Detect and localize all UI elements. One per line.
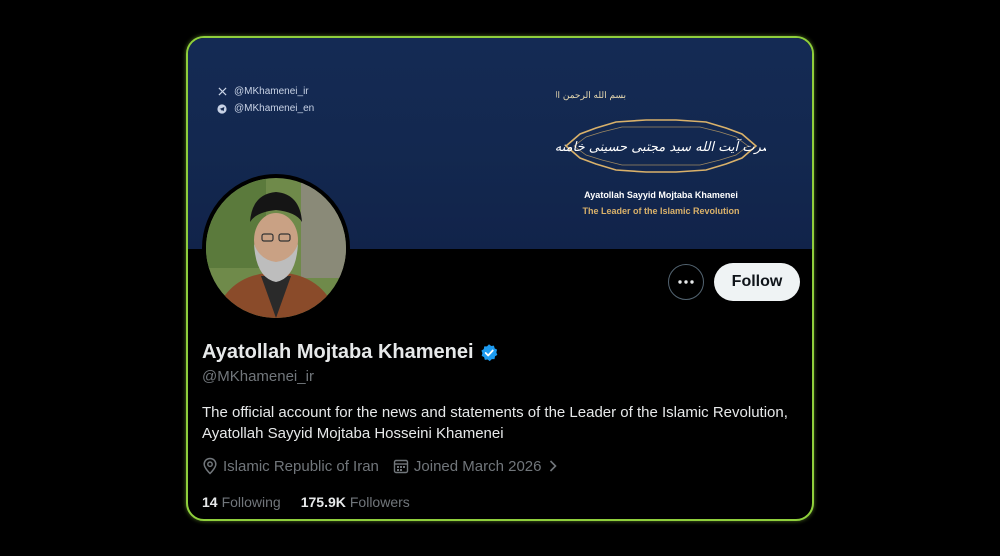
banner-subtitle: The Leader of the Islamic Revolution [582, 206, 740, 216]
x-logo-icon [216, 87, 228, 96]
profile-card: @MKhamenei_ir @MKhamenei_en بسم الله الر… [186, 36, 814, 521]
more-options-button[interactable] [668, 264, 704, 300]
verified-badge-icon[interactable] [479, 343, 499, 363]
avatar-portrait [206, 178, 346, 318]
more-horizontal-icon [678, 280, 694, 284]
profile-location: Islamic Republic of Iran [202, 457, 379, 475]
chevron-right-icon [549, 460, 557, 472]
profile-handle: @MKhamenei_ir [202, 368, 314, 385]
banner-telegram-handle: @MKhamenei_en [234, 103, 315, 114]
location-pin-icon [203, 457, 217, 475]
following-label: Following [221, 494, 281, 510]
calligraphy-emblem: بسم الله الرحمن الرحیم حضرت آیت الله سید… [556, 91, 766, 173]
calligraphy-main: حضرت آیت الله سید مجتبی حسینی خامنه‌ای [556, 138, 766, 155]
avatar[interactable] [202, 174, 350, 322]
banner-emblem: بسم الله الرحمن الرحیم حضرت آیت الله سید… [556, 76, 766, 216]
calligraphy-top: بسم الله الرحمن الرحیم [556, 91, 626, 101]
profile-joined[interactable]: Joined March 2026 [393, 458, 563, 475]
banner-x-handle: @MKhamenei_ir [234, 86, 309, 97]
profile-meta: Islamic Republic of Iran Joined March 20… [202, 457, 577, 475]
followers-label: Followers [349, 494, 410, 510]
profile-name-row: Ayatollah Mojtaba Khamenei [202, 341, 499, 364]
banner-social-x: @MKhamenei_ir [216, 83, 314, 100]
banner-social-handles: @MKhamenei_ir @MKhamenei_en [216, 83, 314, 117]
profile-name: Ayatollah Mojtaba Khamenei [202, 341, 474, 363]
banner-name: Ayatollah Sayyid Mojtaba Khamenei [584, 190, 738, 200]
following-count: 14 [202, 494, 218, 510]
following-link[interactable]: 14 Following [202, 494, 281, 510]
followers-link[interactable]: 175.9K Followers [301, 494, 410, 510]
followers-count: 175.9K [300, 494, 346, 510]
profile-stats: 14 Following 175.9K Followers [202, 494, 430, 510]
telegram-icon [216, 103, 228, 114]
banner-social-telegram: @MKhamenei_en [216, 100, 314, 117]
joined-text: Joined March 2026 [413, 457, 542, 475]
follow-button[interactable]: Follow [714, 263, 800, 301]
location-text: Islamic Republic of Iran [223, 457, 379, 475]
profile-bio: The official account for the news and st… [202, 404, 788, 442]
calendar-icon [393, 459, 409, 474]
